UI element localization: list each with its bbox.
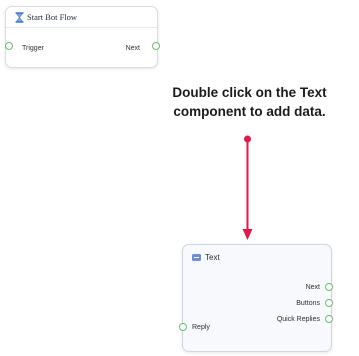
quick-replies-port-label: Quick Replies [276, 316, 320, 323]
buttons-output-port[interactable] [325, 299, 333, 307]
text-next-output-port[interactable] [325, 283, 333, 291]
text-component-node[interactable]: Text Next Buttons Quick Replies Reply [182, 244, 332, 352]
quick-replies-output-port[interactable] [325, 315, 333, 323]
reply-input-port[interactable] [179, 323, 187, 331]
text-node-title: Text [205, 252, 220, 262]
reply-port-label: Reply [192, 324, 210, 331]
text-message-icon [192, 253, 201, 261]
arrow-head [242, 229, 253, 240]
text-node-header: Text [183, 245, 331, 269]
buttons-port-label: Buttons [296, 300, 320, 307]
text-next-port-label: Next [305, 284, 320, 291]
